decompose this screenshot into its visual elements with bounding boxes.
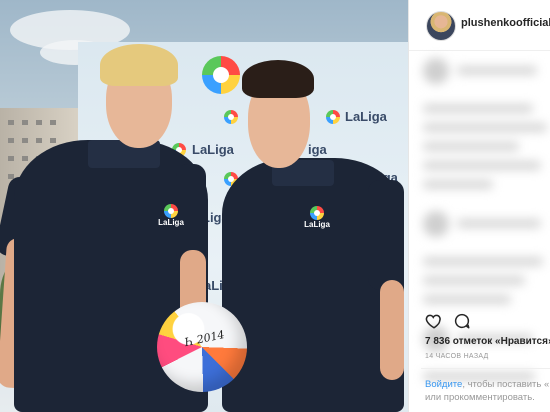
post-header: plushenkoofficial <box>409 0 550 51</box>
laliga-logo-icon <box>310 206 324 220</box>
heart-icon[interactable] <box>425 312 443 330</box>
shirt-badge-left: LaLiga <box>156 204 186 227</box>
avatar[interactable] <box>426 11 456 41</box>
divider <box>421 368 550 369</box>
backdrop-brand-text: LaLiga <box>192 142 234 157</box>
post-timestamp: 14 часов назад <box>425 353 489 360</box>
login-prompt-text-line2: или прокомментировать. <box>425 392 535 403</box>
signed-football: Һ 2014 <box>157 302 247 392</box>
laliga-logo-icon <box>326 110 340 124</box>
likes-count[interactable]: 7 836 отметок «Нравится» <box>425 336 550 347</box>
login-link[interactable]: Войдите <box>425 379 462 390</box>
blurred-caption <box>423 58 550 381</box>
backdrop-brand-text: LaLiga <box>345 109 387 124</box>
shirt-badge-right: LaLiga <box>302 206 332 229</box>
laliga-logo-icon <box>224 110 238 124</box>
username-link[interactable]: plushenkoofficial <box>461 17 550 29</box>
login-prompt: Войдите, чтобы поставить «Н или прокомме… <box>425 378 550 404</box>
post-sidebar: plushenkoofficial 7 836 отметок «Нравитс… <box>408 0 550 412</box>
login-prompt-text: , чтобы поставить «Н <box>462 379 550 390</box>
post-photo[interactable]: A LaLiga LaLiga iga LaLiga Liga aLiga aL… <box>0 0 408 412</box>
comment-icon[interactable] <box>453 312 471 330</box>
laliga-logo-icon <box>202 56 240 94</box>
laliga-logo-icon <box>164 204 178 218</box>
